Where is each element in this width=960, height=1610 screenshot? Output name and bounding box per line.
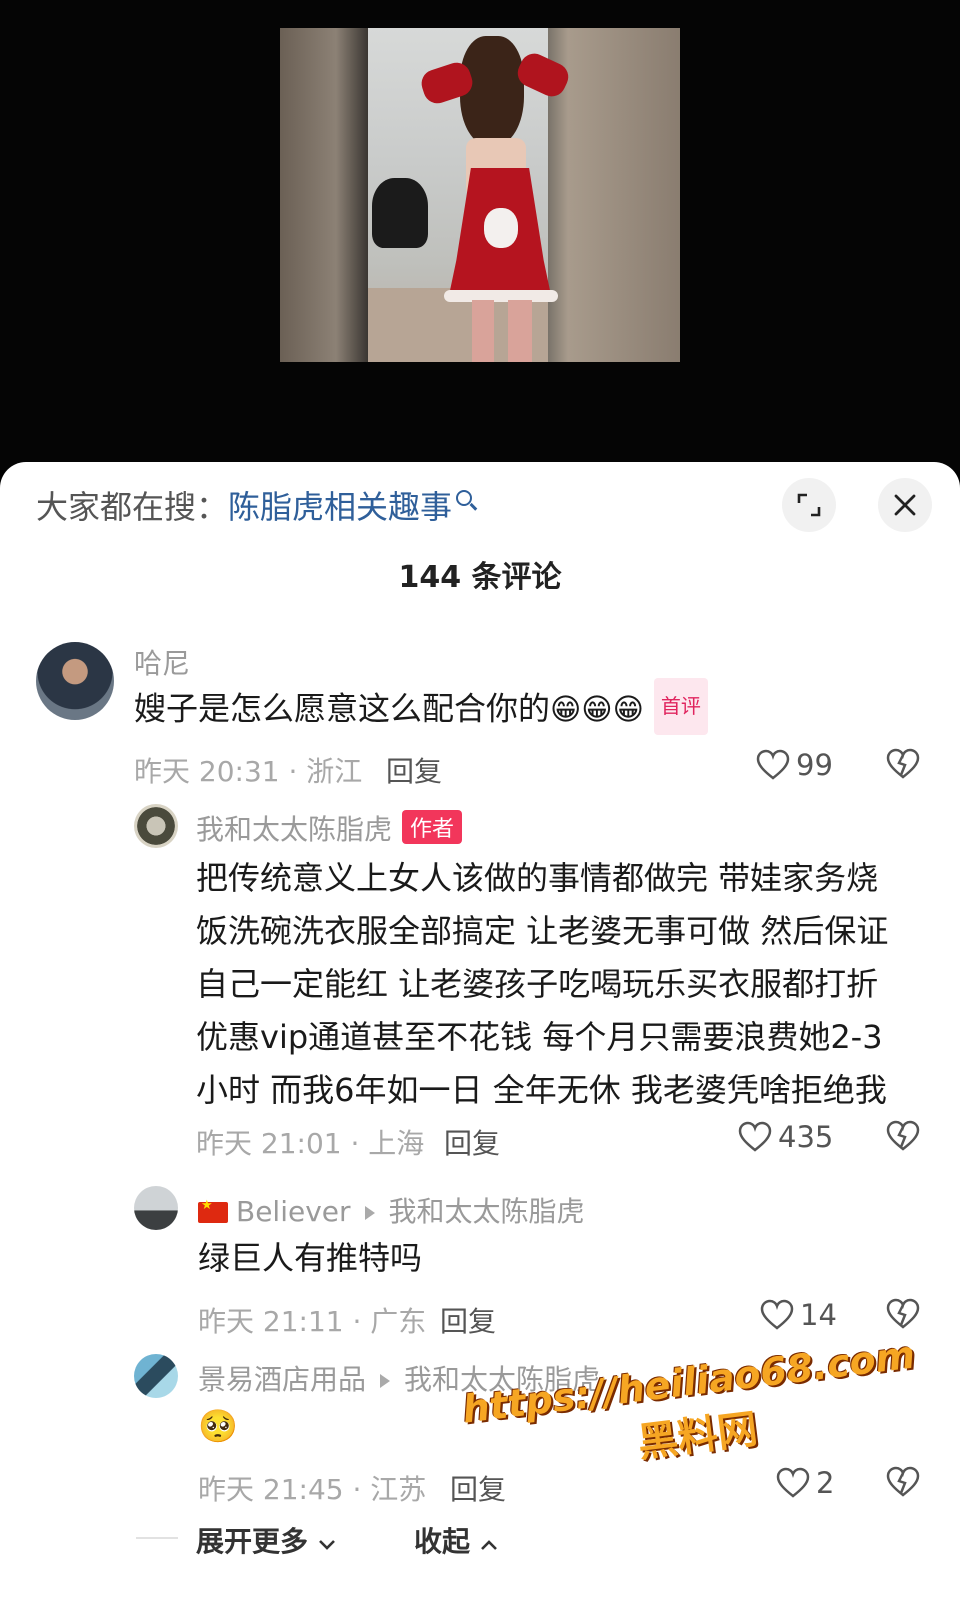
search-suggestion-link[interactable]: 陈脂虎相关趣事 <box>228 488 452 526</box>
close-icon <box>894 494 916 516</box>
reply-button[interactable]: 回复 <box>386 750 442 790</box>
dislike-button[interactable] <box>886 1120 920 1156</box>
reply-text-line: 饭洗碗洗衣服全部搞定 让老婆无事可做 然后保证 <box>196 912 889 950</box>
reply-text-line: 优惠vip通道甚至不花钱 每个月只需要浪费她2-3 <box>196 1018 883 1056</box>
comment-count: 144 条评论 <box>398 560 562 595</box>
heart-icon <box>776 1467 810 1498</box>
like-count: 14 <box>800 1298 837 1332</box>
reply-username-text: 景易酒店用品 <box>198 1363 367 1396</box>
comment-username[interactable]: 哈尼 <box>134 642 190 682</box>
reply-meta: 昨天 21:01 · 上海 <box>196 1127 425 1160</box>
reply-meta: 昨天 21:11 · 广东 <box>198 1305 427 1338</box>
reply-button[interactable]: 回复 <box>440 1300 496 1340</box>
reply-button[interactable]: 回复 <box>444 1122 500 1162</box>
like-count: 2 <box>816 1466 835 1500</box>
avatar[interactable] <box>134 1354 178 1398</box>
dislike-button[interactable] <box>886 1466 920 1502</box>
comment-meta: 昨天 20:31 · 浙江 <box>134 755 363 788</box>
reply-text-line: 把传统意义上女人该做的事情都做完 带娃家务烧 <box>196 859 879 897</box>
reply-text-line: 小时 而我6年如一日 全年无休 我老婆凭啥拒绝我 <box>196 1071 887 1109</box>
divider <box>136 1537 178 1539</box>
close-button[interactable] <box>878 478 932 532</box>
like-button[interactable]: 2 <box>776 1466 834 1500</box>
search-suggestion-prefix: 大家都在搜： <box>36 488 229 526</box>
like-button[interactable]: 435 <box>738 1120 833 1154</box>
avatar[interactable] <box>134 804 178 848</box>
comment-text: 嫂子是怎么愿意这么配合你的😁😁😁 首评 <box>134 678 708 739</box>
expand-more-button[interactable]: 展开更多 <box>196 1520 336 1560</box>
reply-username-text: 我和太太陈脂虎 <box>196 813 393 846</box>
china-flag-icon <box>198 1198 228 1223</box>
avatar[interactable] <box>36 642 114 720</box>
heart-icon <box>756 749 790 780</box>
heart-icon <box>760 1299 794 1330</box>
reply-text: 绿巨人有推特吗 <box>198 1239 423 1277</box>
reply-username[interactable]: Believer 我和太太陈脂虎 <box>198 1190 585 1230</box>
chevron-up-icon <box>480 1540 497 1550</box>
expand-button[interactable] <box>782 478 836 532</box>
chevron-down-icon <box>318 1540 335 1550</box>
like-count: 435 <box>778 1120 834 1154</box>
search-suggestion[interactable]: 大家都在搜：陈脂虎相关趣事 <box>36 482 473 528</box>
expand-more-label: 展开更多 <box>196 1525 309 1558</box>
like-button[interactable]: 14 <box>760 1298 837 1332</box>
reply-meta: 昨天 21:45 · 江苏 <box>198 1473 427 1506</box>
reply-username[interactable]: 我和太太陈脂虎 作者 <box>196 808 463 848</box>
broken-heart-icon <box>886 748 920 779</box>
reply-text-line: 自己一定能红 让老婆孩子吃喝玩乐买衣服都打折 <box>196 965 879 1003</box>
search-icon <box>456 490 473 506</box>
media-viewer[interactable] <box>0 0 960 470</box>
reply-arrow-icon <box>364 1206 375 1220</box>
first-comment-badge: 首评 <box>653 678 708 735</box>
dislike-button[interactable] <box>886 1298 920 1334</box>
post-photo[interactable] <box>280 28 680 362</box>
author-badge: 作者 <box>402 810 463 844</box>
reply-text: 🥺 <box>198 1407 238 1445</box>
broken-heart-icon <box>886 1466 920 1497</box>
avatar[interactable] <box>134 1186 178 1230</box>
reply-username-text: Believer <box>236 1195 351 1228</box>
reply-text: 把传统意义上女人该做的事情都做完 带娃家务烧 饭洗碗洗衣服全部搞定 让老婆无事可… <box>196 852 916 1117</box>
dislike-button[interactable] <box>886 748 920 784</box>
reply-to-username[interactable]: 我和太太陈脂虎 <box>389 1195 585 1228</box>
collapse-label: 收起 <box>414 1525 471 1558</box>
grin-emoji: 😁😁😁 <box>550 692 644 728</box>
heart-icon <box>738 1121 772 1152</box>
like-button[interactable]: 99 <box>756 748 833 782</box>
like-count: 99 <box>796 748 833 782</box>
reply-arrow-icon <box>380 1374 391 1388</box>
collapse-button[interactable]: 收起 <box>414 1520 498 1560</box>
comment-text-body: 嫂子是怎么愿意这么配合你的 <box>134 689 551 728</box>
broken-heart-icon <box>886 1298 920 1329</box>
expand-icon <box>797 493 821 517</box>
broken-heart-icon <box>886 1120 920 1151</box>
